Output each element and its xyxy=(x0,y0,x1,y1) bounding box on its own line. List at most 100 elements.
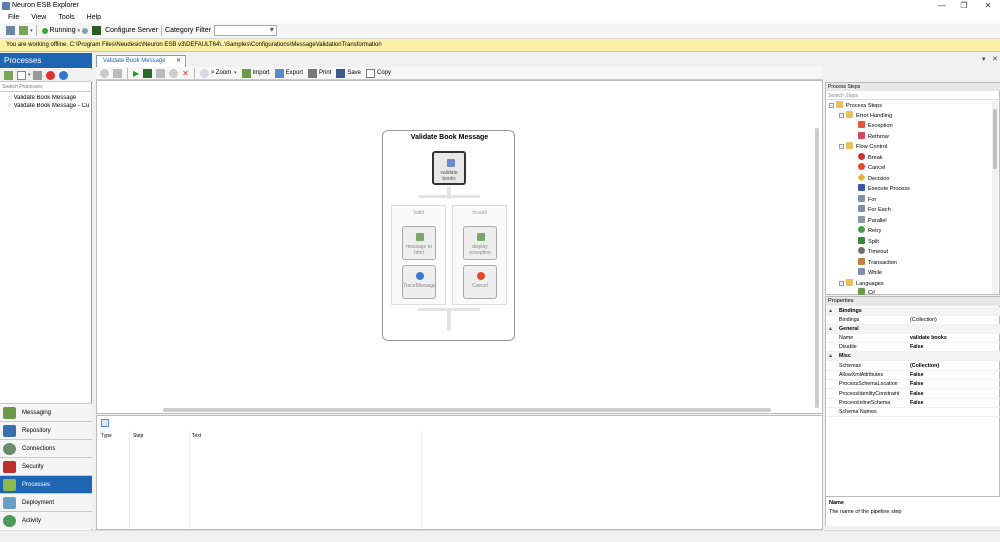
canvas-horizontal-scrollbar[interactable] xyxy=(163,408,771,412)
property-value[interactable]: False xyxy=(910,380,924,389)
tree-item[interactable]: Execute Process xyxy=(858,184,910,193)
canvas-vertical-scrollbar[interactable] xyxy=(815,128,819,408)
property-value[interactable]: False xyxy=(910,390,924,399)
property-row[interactable]: Schemas (Collection) xyxy=(826,362,1000,371)
step-message-to-html[interactable]: message to html xyxy=(402,226,436,260)
property-row[interactable]: AllowXmlAttributes False xyxy=(826,371,1000,380)
nav-deployment[interactable]: Deployment xyxy=(0,493,92,511)
tree-item[interactable]: Exception xyxy=(858,121,893,130)
save-icon[interactable] xyxy=(336,68,346,78)
step-back-icon[interactable] xyxy=(113,68,122,78)
chevron-down-icon[interactable]: ▾ xyxy=(234,70,237,76)
chevron-down-icon[interactable]: ▾ xyxy=(78,28,81,34)
collapse-icon[interactable]: − xyxy=(839,281,844,286)
folder-icon[interactable] xyxy=(4,70,13,80)
column-step[interactable]: Step xyxy=(133,433,143,439)
copy-icon[interactable] xyxy=(366,68,376,78)
tab-validate-book-message[interactable]: Validate Book Message ✕ xyxy=(96,55,186,67)
tab-list-icon[interactable]: ▾ xyxy=(982,55,986,63)
new-process-icon[interactable] xyxy=(17,70,26,80)
collapse-icon[interactable]: − xyxy=(839,113,844,118)
category-filter-select[interactable] xyxy=(213,25,277,36)
print-button[interactable]: Print xyxy=(319,70,331,76)
tree-item[interactable]: Cancel xyxy=(858,163,885,172)
open-icon[interactable] xyxy=(19,26,28,35)
maximize-button[interactable]: ❐ xyxy=(954,1,974,10)
menu-view[interactable]: View xyxy=(31,12,46,23)
tree-item[interactable]: For xyxy=(858,195,876,204)
tree-item[interactable]: Timeout xyxy=(858,247,888,256)
step-trace-message[interactable]: TraceMessage xyxy=(402,265,436,299)
tree-item[interactable]: Split xyxy=(858,237,879,246)
property-row[interactable]: ProcessIdentityConstraint False xyxy=(826,390,1000,399)
steps-search-input[interactable]: Search Steps xyxy=(826,92,1000,100)
tree-item[interactable]: Break xyxy=(858,153,883,162)
zoom-icon[interactable]: ⌕ xyxy=(211,69,215,77)
close-document-icon[interactable]: ✕ xyxy=(992,55,998,63)
property-value[interactable]: (Collection) xyxy=(910,362,939,371)
collapse-icon[interactable]: − xyxy=(839,144,844,149)
property-row[interactable]: ProcessSchemaLocation False xyxy=(826,380,1000,389)
menu-tools[interactable]: Tools xyxy=(58,12,74,23)
nav-messaging[interactable]: Messaging xyxy=(0,403,92,421)
play-icon[interactable]: ▶ xyxy=(133,69,139,78)
info-icon[interactable] xyxy=(58,70,68,80)
property-row[interactable]: Bindings (Collection) xyxy=(826,316,1000,325)
menu-file[interactable]: File xyxy=(8,12,19,23)
tree-item[interactable]: Transaction xyxy=(858,258,897,267)
step-validate-books[interactable]: validate books xyxy=(432,151,466,185)
copy-button[interactable]: Copy xyxy=(377,70,391,76)
import-icon[interactable] xyxy=(241,68,251,78)
tree-item[interactable]: Decision xyxy=(857,173,889,183)
debug-icon[interactable] xyxy=(143,68,153,78)
tree-item[interactable]: For Each xyxy=(858,205,891,214)
property-category[interactable]: Bindings xyxy=(826,307,1000,316)
import-button[interactable]: Import xyxy=(253,70,270,76)
nav-activity[interactable]: Activity xyxy=(0,511,92,529)
step-icon[interactable] xyxy=(156,68,166,78)
close-window-button[interactable]: ✕ xyxy=(978,1,998,10)
process-item[interactable]: Validate Book Message - Cu xyxy=(8,103,92,109)
export-button[interactable]: Export xyxy=(286,70,303,76)
console-icon[interactable] xyxy=(92,26,102,35)
tree-root[interactable]: − Process Steps xyxy=(829,101,882,110)
column-text[interactable]: Text xyxy=(192,433,201,439)
chevron-down-icon[interactable]: ▾ xyxy=(28,72,31,78)
export-icon[interactable] xyxy=(274,68,284,78)
refresh-icon[interactable] xyxy=(82,27,89,34)
tree-item[interactable]: Parallel xyxy=(858,216,887,225)
tree-group[interactable]: − Languages xyxy=(839,279,884,288)
property-value[interactable]: False xyxy=(910,371,924,380)
property-row[interactable]: Disable False xyxy=(826,343,1000,352)
column-type[interactable]: Type xyxy=(101,433,112,439)
collapse-icon[interactable]: − xyxy=(829,103,834,108)
property-row[interactable]: ProcessInlineSchema False xyxy=(826,399,1000,408)
property-value[interactable]: validate books xyxy=(910,334,947,343)
nav-connections[interactable]: Connections xyxy=(0,439,92,457)
nav-repository[interactable]: Repository xyxy=(0,421,92,439)
running-status[interactable]: Running xyxy=(50,27,76,34)
print-icon[interactable] xyxy=(308,68,317,78)
copy-output-icon[interactable] xyxy=(101,419,109,427)
copy-process-icon[interactable] xyxy=(32,70,42,80)
property-category[interactable]: General xyxy=(826,325,1000,334)
save-icon[interactable] xyxy=(6,26,15,35)
configure-server-button[interactable]: Configure Server xyxy=(105,27,158,34)
tree-item[interactable]: Rethrow xyxy=(858,132,889,141)
property-value[interactable]: (Collection) xyxy=(910,316,937,325)
tree-item[interactable]: Retry xyxy=(858,226,881,235)
property-value[interactable]: False xyxy=(910,399,924,408)
delete-icon[interactable]: ✕ xyxy=(182,69,189,78)
process-search-input[interactable]: Search Processes xyxy=(0,83,92,92)
save-button[interactable]: Save xyxy=(347,70,361,76)
menu-help[interactable]: Help xyxy=(87,12,101,23)
process-item[interactable]: Validate Book Message xyxy=(8,95,92,101)
property-row[interactable]: Schema Names xyxy=(826,408,1000,417)
property-row[interactable]: Name validate books xyxy=(826,334,1000,343)
steps-scrollbar[interactable] xyxy=(992,101,998,294)
dropdown-arrow-icon[interactable]: ▾ xyxy=(30,28,33,34)
scrollbar-thumb[interactable] xyxy=(993,109,997,169)
property-value[interactable]: False xyxy=(910,343,924,352)
property-category[interactable]: Misc xyxy=(826,352,1000,361)
tree-item[interactable]: While xyxy=(858,268,882,277)
